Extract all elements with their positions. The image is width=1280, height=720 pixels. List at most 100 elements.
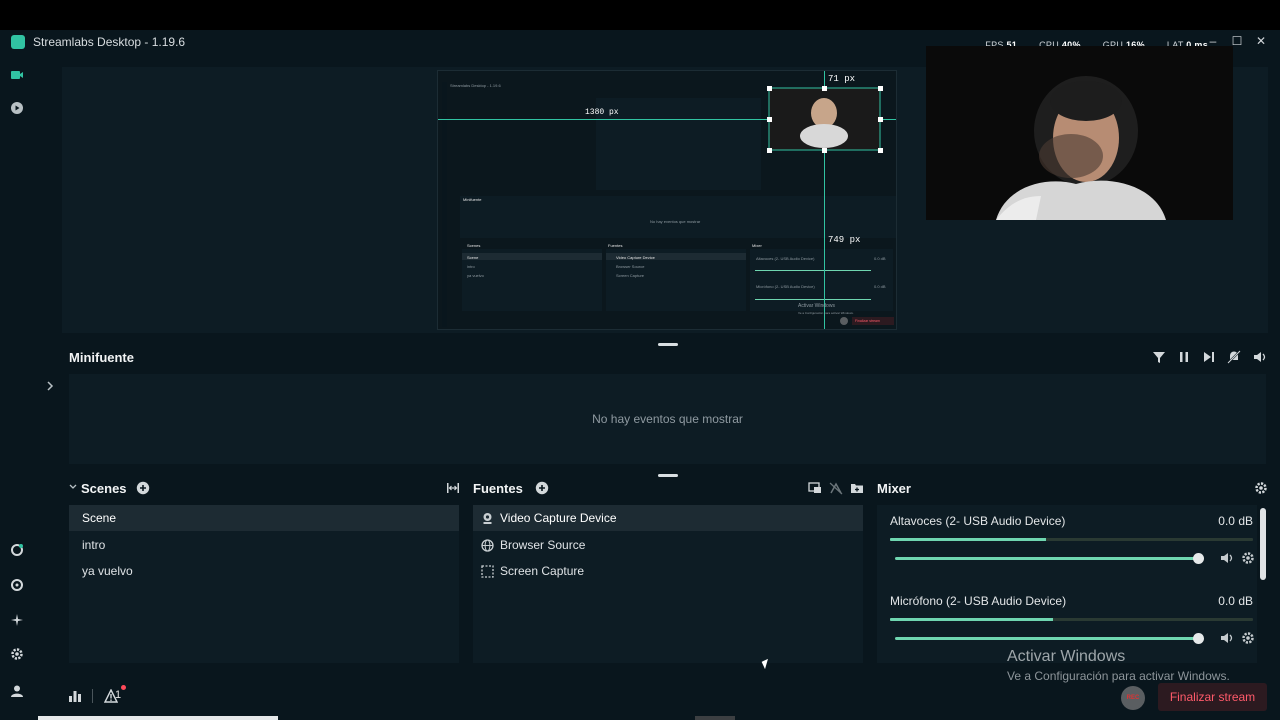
preview-source-item: Video Capture Device bbox=[616, 255, 655, 260]
speaker-icon[interactable] bbox=[1220, 551, 1234, 565]
scene-item-label: Scene bbox=[82, 511, 117, 525]
windows-activation-watermark: Activar Windows bbox=[1007, 648, 1126, 665]
selective-recording-icon[interactable] bbox=[808, 481, 822, 495]
scene-transitions-icon[interactable] bbox=[446, 481, 460, 495]
scene-item[interactable]: ya vuelvo bbox=[69, 558, 459, 584]
minifuente-title: Minifuente bbox=[69, 350, 134, 365]
scene-item-label: intro bbox=[82, 538, 106, 552]
scene-item[interactable]: Scene bbox=[69, 505, 459, 531]
source-item-label: Video Capture Device bbox=[500, 511, 617, 525]
windows-activation-subtext: Ve a Configuración para activar Windows. bbox=[1007, 669, 1230, 683]
skip-icon[interactable] bbox=[1202, 350, 1216, 364]
bottom-measure-label: 749 px bbox=[828, 235, 861, 245]
preview-fuentes-title: Fuentes bbox=[608, 243, 623, 248]
end-stream-button[interactable]: Finalizar stream bbox=[1158, 683, 1267, 711]
footer-divider bbox=[92, 689, 93, 703]
editor-icon[interactable] bbox=[10, 68, 24, 82]
audio-level-fill bbox=[890, 618, 1054, 621]
taskbar-indicator bbox=[38, 716, 278, 720]
volume-icon[interactable] bbox=[1253, 350, 1267, 364]
record-label: REC bbox=[1126, 695, 1140, 701]
close-icon[interactable]: ✕ bbox=[1254, 34, 1268, 48]
preview-mixer-item: Altavoces (2- USB Audio Device) bbox=[756, 256, 815, 261]
speaker-icon[interactable] bbox=[1220, 631, 1234, 645]
source-item[interactable]: Video Capture Device bbox=[473, 505, 863, 531]
mixer-channel-db: 0.0 dB bbox=[1218, 594, 1253, 608]
channel-settings-icon[interactable] bbox=[1241, 551, 1255, 565]
add-scene-icon[interactable] bbox=[136, 481, 150, 495]
screen-top-bar bbox=[0, 0, 1280, 30]
taskbar-indicator bbox=[695, 716, 735, 720]
add-folder-icon[interactable] bbox=[850, 481, 864, 495]
preview-scene-item: Scene bbox=[467, 255, 479, 260]
add-source-icon[interactable] bbox=[535, 481, 549, 495]
preview-title: Streamlabs Desktop - 1.19.6 bbox=[450, 83, 501, 88]
audio-level-fill bbox=[890, 538, 1047, 541]
mixer-channel-name: Altavoces (2- USB Audio Device) bbox=[890, 514, 1066, 528]
preview-empty-text: No hay eventos que mostrar bbox=[650, 219, 701, 224]
window-title: Streamlabs Desktop - 1.19.6 bbox=[33, 35, 186, 49]
channel-settings-icon[interactable] bbox=[1241, 631, 1255, 645]
notification-dot bbox=[121, 685, 126, 690]
webcam-image bbox=[926, 46, 1233, 220]
preview-mixer-db: 0.0 dB bbox=[874, 256, 886, 261]
source-item[interactable]: Browser Source bbox=[473, 532, 863, 558]
scene-item[interactable]: intro bbox=[69, 532, 459, 558]
mixer-title: Mixer bbox=[877, 481, 911, 496]
preview-source-item: Screen Capture bbox=[616, 273, 645, 278]
preview-scenes-title: Scenes bbox=[467, 243, 481, 248]
stream-preview[interactable]: Streamlabs Desktop - 1.19.6 1380 px 71 p… bbox=[437, 70, 897, 330]
preview-mixer-db: 0.0 dB bbox=[874, 284, 886, 289]
notification-count: 1 bbox=[115, 689, 122, 701]
source-item[interactable]: Screen Capture bbox=[473, 558, 863, 584]
webcam-icon bbox=[481, 512, 494, 525]
empty-events-message: No hay eventos que mostrar bbox=[592, 412, 743, 426]
playback-icon[interactable] bbox=[10, 101, 24, 115]
preview-scene-item: intro bbox=[467, 264, 475, 269]
sources-panel: Video Capture Device Browser Source Scre… bbox=[473, 505, 863, 663]
minifuente-feed: No hay eventos que mostrar bbox=[69, 374, 1266, 464]
preview-watermark-sub: Ve a Configuración para activar Windows. bbox=[798, 311, 854, 315]
preview-mixer-title: Mixer bbox=[752, 243, 762, 248]
source-item-label: Screen Capture bbox=[500, 564, 585, 578]
preview-mixer-item: Micrófono (2- USB Audio Device) bbox=[756, 284, 815, 289]
volume-slider-track[interactable] bbox=[895, 557, 1200, 560]
record-button[interactable]: REC bbox=[1121, 686, 1145, 710]
chevron-right-icon[interactable] bbox=[43, 379, 57, 393]
left-sidebar bbox=[0, 54, 54, 716]
preview-minifuente-title: Minifuente bbox=[463, 197, 482, 202]
resize-handle[interactable] bbox=[658, 474, 678, 477]
source-settings-disabled-icon bbox=[829, 481, 843, 495]
preview-end-stream: Finalizar stream bbox=[855, 319, 880, 323]
mute-alerts-icon[interactable] bbox=[1227, 350, 1241, 364]
scenes-title: Scenes bbox=[81, 481, 127, 496]
preview-screenshot bbox=[438, 71, 896, 329]
fuentes-title: Fuentes bbox=[473, 481, 523, 496]
mixer-channel-name: Micrófono (2- USB Audio Device) bbox=[890, 594, 1067, 608]
resize-handle[interactable] bbox=[658, 343, 678, 346]
audio-level-meter bbox=[890, 538, 1253, 541]
audio-level-meter bbox=[890, 618, 1253, 621]
performance-chart-icon[interactable] bbox=[68, 689, 82, 703]
scenes-panel: Scene intro ya vuelvo bbox=[69, 505, 459, 663]
globe-icon bbox=[481, 538, 494, 552]
scene-item-label: ya vuelvo bbox=[82, 564, 133, 578]
highlighter-icon[interactable] bbox=[10, 613, 24, 627]
settings-gear-icon[interactable] bbox=[10, 647, 24, 661]
filter-icon[interactable] bbox=[1152, 350, 1166, 364]
top-measure-label: 71 px bbox=[828, 74, 856, 84]
volume-slider-knob[interactable] bbox=[1193, 553, 1204, 564]
chevron-down-icon[interactable] bbox=[68, 482, 78, 492]
webcam-overlay bbox=[926, 46, 1233, 220]
streamlabs-logo-icon bbox=[11, 35, 25, 49]
mixer-settings-icon[interactable] bbox=[1254, 481, 1268, 495]
profile-icon[interactable] bbox=[10, 684, 24, 698]
volume-slider-knob[interactable] bbox=[1193, 633, 1204, 644]
apps-icon[interactable] bbox=[10, 578, 24, 592]
volume-slider-track[interactable] bbox=[895, 637, 1200, 640]
mixer-scrollbar[interactable] bbox=[1260, 508, 1266, 580]
pause-icon[interactable] bbox=[1177, 350, 1191, 364]
source-item-label: Browser Source bbox=[500, 538, 586, 552]
preview-scene-item: ya vuelvo bbox=[467, 273, 484, 278]
themes-icon[interactable] bbox=[10, 543, 24, 557]
